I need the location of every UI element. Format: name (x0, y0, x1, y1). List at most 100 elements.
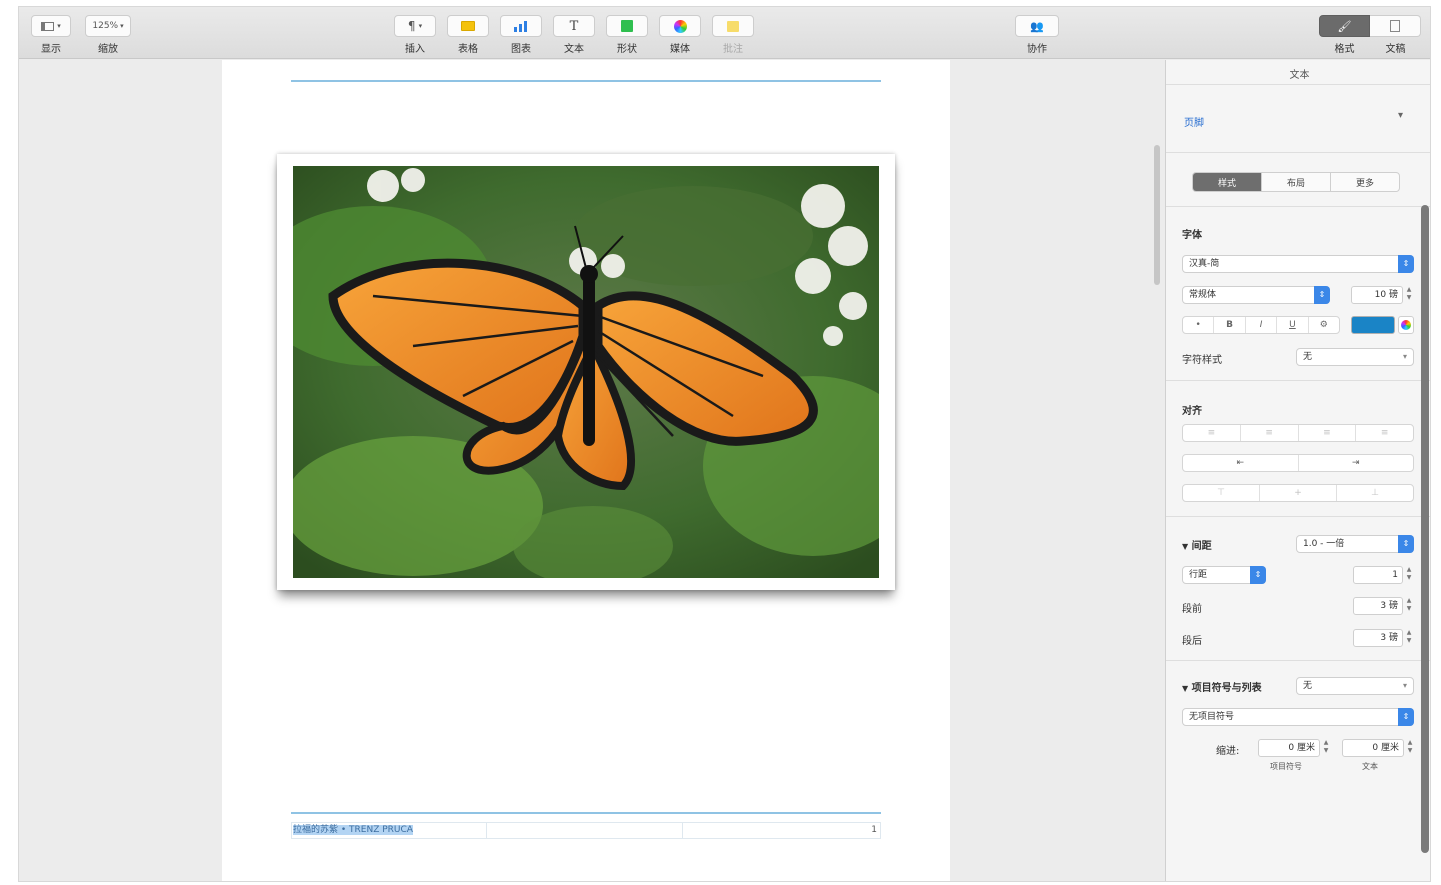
comment-button[interactable] (712, 15, 754, 37)
space-after-field[interactable]: 3 磅 (1353, 629, 1403, 647)
char-style-popup[interactable]: 无 ▾ (1296, 348, 1414, 366)
table-control[interactable]: 表格 (447, 15, 489, 55)
align-justify-button[interactable]: ≡ (1356, 425, 1413, 441)
align-bottom-button[interactable]: ⊥ (1337, 485, 1413, 501)
bullets-section[interactable]: ▼ 项目符号与列表 (1182, 679, 1262, 694)
shape-label: 形状 (617, 44, 637, 55)
line-spacing-value: 1.0 - 一倍 (1303, 539, 1345, 549)
spacing-mode-popup[interactable]: 行距 ⇕ (1182, 566, 1266, 584)
align-top-button[interactable]: ⊤ (1183, 485, 1260, 501)
toolbar: ▾ 显示 125% ▾ 缩放 ¶ ▾ 插入 表格 图表 T 文本 形状 媒体 批… (19, 7, 1430, 59)
media-label: 媒体 (670, 44, 690, 55)
table-button[interactable] (447, 15, 489, 37)
space-after-value: 3 磅 (1380, 633, 1398, 643)
align-right-button[interactable]: ≡ (1299, 425, 1357, 441)
view-button[interactable]: ▾ (31, 15, 71, 37)
footer-table[interactable]: 拉福的苏紫 • TRENZ PRUCA 1 (291, 822, 881, 839)
divider (1166, 152, 1430, 153)
color-wheel-button[interactable] (1398, 316, 1414, 334)
align-middle-button[interactable]: + (1260, 485, 1337, 501)
alignment-section-label: 对齐 (1182, 406, 1202, 417)
space-before-stepper[interactable]: ▲ ▼ (1405, 597, 1413, 615)
collaborate-icon: 👥 (1030, 19, 1044, 33)
view-label: 显示 (41, 44, 61, 55)
divider (1166, 84, 1430, 85)
italic-button[interactable]: I (1246, 317, 1278, 333)
increase-indent-button[interactable]: ⇥ (1299, 455, 1414, 471)
paragraph-style-picker[interactable]: 页脚 (1184, 114, 1204, 129)
media-button[interactable] (659, 15, 701, 37)
chart-control[interactable]: 图表 (500, 15, 542, 55)
text-control[interactable]: T 文本 (553, 15, 595, 55)
align-center-button[interactable]: ≡ (1241, 425, 1299, 441)
format-label: 格式 (1334, 44, 1355, 55)
media-control[interactable]: 媒体 (659, 15, 701, 55)
chevron-down-icon[interactable]: ▾ (1398, 110, 1403, 121)
tab-layout[interactable]: 布局 (1262, 173, 1331, 191)
shape-control[interactable]: 形状 (606, 15, 648, 55)
collaborate-button[interactable]: 👥 (1015, 15, 1059, 37)
document-canvas[interactable]: 拉福的苏紫 • TRENZ PRUCA 1 (19, 60, 1165, 881)
paintbrush-icon: 🖌 (1337, 19, 1352, 33)
insert-label: 插入 (405, 44, 425, 55)
comment-control[interactable]: 批注 (712, 15, 754, 55)
collaborate-label: 协作 (1027, 44, 1047, 55)
align-left-button[interactable]: ≡ (1183, 425, 1241, 441)
text-indent-field[interactable]: 0 厘米 (1342, 739, 1404, 757)
list-style-popup[interactable]: 无 ▾ (1296, 677, 1414, 695)
spacing-amount-value: 1 (1392, 570, 1398, 580)
tab-style[interactable]: 样式 (1193, 173, 1262, 191)
list-style-value: 无 (1303, 681, 1313, 691)
document-scrollbar[interactable] (1154, 145, 1160, 285)
footer-page-number: 1 (871, 825, 877, 835)
butterfly-image[interactable] (293, 166, 879, 578)
footer-cell-right[interactable]: 1 (683, 823, 880, 838)
font-size-field[interactable]: 10 磅 (1351, 286, 1403, 304)
text-indent-stepper[interactable]: ▲ ▼ (1406, 739, 1414, 757)
divider (1166, 380, 1430, 381)
view-control[interactable]: ▾ 显示 (31, 15, 71, 55)
text-color-well[interactable] (1351, 316, 1395, 334)
underline-button[interactable]: U (1277, 317, 1309, 333)
inspector-scrollbar[interactable] (1421, 205, 1429, 853)
spacing-section[interactable]: ▼ 间距 (1182, 537, 1212, 552)
tab-more[interactable]: 更多 (1331, 173, 1399, 191)
document-page[interactable]: 拉福的苏紫 • TRENZ PRUCA 1 (222, 60, 950, 881)
bullet-style-button[interactable]: • (1183, 317, 1215, 333)
image-frame[interactable] (277, 154, 895, 590)
font-size-stepper[interactable]: ▲ ▼ (1405, 286, 1413, 304)
document-button[interactable] (1370, 15, 1421, 37)
footer-cell-left[interactable]: 拉福的苏紫 • TRENZ PRUCA (292, 823, 488, 838)
shape-button[interactable] (606, 15, 648, 37)
disclosure-triangle-icon: ▼ (1182, 684, 1189, 693)
format-button[interactable]: 🖌 (1319, 15, 1370, 37)
bullet-style-popup[interactable]: 无项目符号 ⇕ (1182, 708, 1414, 726)
gear-icon[interactable]: ⚙ (1309, 317, 1339, 333)
typeface-popup[interactable]: 常规体 ⇕ (1182, 286, 1330, 304)
space-before-field[interactable]: 3 磅 (1353, 597, 1403, 615)
spacing-amount-stepper[interactable]: ▲ ▼ (1405, 566, 1413, 584)
zoom-control[interactable]: 125% ▾ 缩放 (85, 15, 131, 55)
pilcrow-icon: ¶ (407, 19, 416, 33)
bullet-indent-field[interactable]: 0 厘米 (1258, 739, 1320, 757)
chevron-down-icon: ▾ (57, 22, 61, 30)
footer-selected-text[interactable]: 拉福的苏紫 • TRENZ PRUCA (293, 825, 413, 835)
spacing-amount-field[interactable]: 1 (1353, 566, 1403, 584)
text-button[interactable]: T (553, 15, 595, 37)
bullet-indent-stepper[interactable]: ▲ ▼ (1322, 739, 1330, 757)
chart-button[interactable] (500, 15, 542, 37)
vertical-align-buttons: ⊤ + ⊥ (1182, 484, 1414, 502)
insert-control[interactable]: ¶ ▾ 插入 (394, 15, 436, 55)
bold-button[interactable]: B (1214, 317, 1246, 333)
chevron-down-icon: ▾ (1402, 352, 1407, 361)
space-after-stepper[interactable]: ▲ ▼ (1405, 629, 1413, 647)
media-icon (673, 19, 687, 33)
decrease-indent-button[interactable]: ⇤ (1183, 455, 1299, 471)
footer-cell-middle[interactable] (487, 823, 683, 838)
font-family-popup[interactable]: 汉真-简 ⇕ (1182, 255, 1414, 273)
collaborate-control[interactable]: 👥 协作 (1015, 15, 1059, 55)
divider (1166, 516, 1430, 517)
zoom-button[interactable]: 125% ▾ (85, 15, 131, 37)
line-spacing-popup[interactable]: 1.0 - 一倍 ⇕ (1296, 535, 1414, 553)
insert-button[interactable]: ¶ ▾ (394, 15, 436, 37)
